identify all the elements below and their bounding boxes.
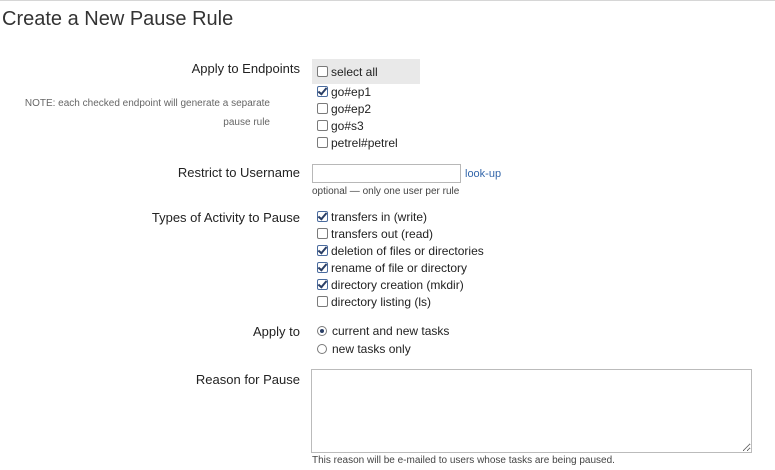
endpoint-label: petrel#petrel [331,136,398,150]
endpoint-checkbox[interactable] [317,103,328,114]
username-input[interactable] [312,164,461,183]
apply-to-label: Apply to [253,324,300,339]
activity-checkbox[interactable] [317,296,328,307]
top-divider [0,0,775,1]
endpoint-checkbox[interactable] [317,86,328,97]
reason-label: Reason for Pause [195,372,300,387]
activity-option-mkdir[interactable]: directory creation (mkdir) [317,278,464,293]
apply-to-option-current-and-new[interactable]: current and new tasks [317,324,449,339]
endpoint-checkbox[interactable] [317,137,328,148]
activity-label-text: deletion of files or directories [331,244,484,258]
activity-option-transfers-in[interactable]: transfers in (write) [317,210,427,225]
reason-hint: This reason will be e-mailed to users wh… [312,455,615,466]
endpoint-option-go-ep1[interactable]: go#ep1 [317,85,371,100]
activity-label-text: rename of file or directory [331,261,468,275]
apply-to-radio[interactable] [317,326,327,336]
activity-label-text: transfers in (write) [331,210,428,224]
reason-textarea[interactable] [311,369,752,453]
apply-to-option-new-only[interactable]: new tasks only [317,342,411,357]
activity-checkbox[interactable] [317,228,328,239]
endpoint-option-petrel[interactable]: petrel#petrel [317,136,398,151]
activity-checkbox[interactable] [317,245,328,256]
activity-option-transfers-out[interactable]: transfers out (read) [317,227,433,242]
page-title: Create a New Pause Rule [2,8,234,30]
endpoints-label: Apply to Endpoints [191,61,300,76]
endpoint-option-go-ep2[interactable]: go#ep2 [317,102,371,117]
endpoints-note: NOTE: each checked endpoint will generat… [24,98,270,128]
username-hint: optional — only one user per rule [312,186,460,197]
endpoint-label: go#ep2 [331,102,372,116]
select-all-box: select all [312,59,420,84]
activity-option-ls[interactable]: directory listing (ls) [317,295,431,310]
username-label: Restrict to Username [177,165,300,180]
apply-to-option-label: new tasks only [332,342,411,356]
activity-label-text: directory listing (ls) [331,295,432,309]
lookup-link[interactable]: look-up [465,168,501,180]
apply-to-option-label: current and new tasks [332,324,450,338]
activity-label-text: directory creation (mkdir) [331,278,464,292]
apply-to-radio[interactable] [317,344,327,354]
endpoint-label: go#s3 [331,119,364,133]
endpoint-label: go#ep1 [331,85,372,99]
select-all-checkbox[interactable] [317,66,328,77]
select-all-option[interactable]: select all [317,65,378,80]
activity-checkbox[interactable] [317,262,328,273]
select-all-label: select all [331,65,378,79]
endpoint-option-go-s3[interactable]: go#s3 [317,119,364,134]
activity-checkbox[interactable] [317,211,328,222]
activity-label: Types of Activity to Pause [151,210,300,225]
activity-option-rename[interactable]: rename of file or directory [317,261,467,276]
activity-option-deletion[interactable]: deletion of files or directories [317,244,484,259]
activity-checkbox[interactable] [317,279,328,290]
activity-label-text: transfers out (read) [331,227,434,241]
endpoint-checkbox[interactable] [317,120,328,131]
